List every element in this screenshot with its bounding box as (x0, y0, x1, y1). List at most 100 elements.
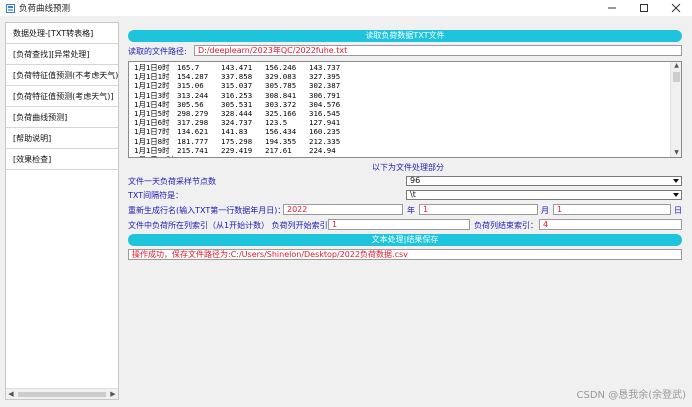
scrollbar-thumb[interactable] (673, 72, 680, 82)
app-icon (6, 3, 15, 13)
scroll-up-icon[interactable]: ▲ (671, 62, 681, 70)
sidebar-item-feature-weather[interactable]: [负荷特征值预测(考虑天气)] (6, 86, 118, 107)
chevron-down-icon (673, 193, 679, 197)
txt-value-cell: 217.61 (265, 145, 292, 155)
txt-time-cell: 1月1日7时 (134, 127, 170, 137)
sidebar-item-help[interactable]: [帮助说明] (6, 128, 118, 149)
txt-time-cell: 1月1日3时 (134, 90, 170, 100)
close-icon (671, 3, 681, 13)
maximize-button[interactable] (628, 0, 660, 16)
txt-value-cell: 325.166 (265, 109, 297, 119)
txt-time-cell: 1月1日6时 (134, 118, 170, 128)
separator-label: TXT间隔符是： (128, 191, 184, 200)
txt-vertical-scrollbar[interactable]: ▲ ▼ (670, 62, 681, 157)
txt-value-cell: 127.941 (309, 118, 341, 128)
txt-value-cell: 315.06 (177, 81, 204, 91)
scroll-down-icon[interactable]: ▼ (671, 149, 681, 157)
read-txt-button[interactable]: 读取负荷数据TXT文件 (128, 30, 682, 42)
txt-value-cell: 212.335 (309, 136, 341, 146)
save-result-button[interactable]: 文本处理|结果保存 (128, 234, 682, 246)
end-column-label: 负荷列结束索引： (474, 221, 538, 230)
txt-value-cell: 143.737 (309, 63, 341, 72)
txt-line: 1月1日10时224.674231.948231.026239.741 (134, 155, 349, 157)
txt-value-cell: 304.576 (309, 99, 341, 109)
txt-value-cell: 313.244 (177, 90, 209, 100)
txt-time-cell: 1月1日1时 (134, 72, 170, 82)
close-button[interactable] (660, 0, 692, 16)
sidebar-item-check[interactable]: [效果检查] (6, 149, 118, 170)
txt-value-cell: 315.037 (221, 81, 253, 91)
chevron-down-icon (673, 179, 679, 183)
minimize-button[interactable] (596, 0, 628, 16)
separator-select-value: \t (410, 190, 416, 199)
scroll-right-icon[interactable]: ▶ (109, 391, 117, 398)
status-field[interactable]: 操作成功，保存文件路径为:C:/Users/Shinelon/Desktop/2… (128, 249, 682, 260)
section-title: 以下为文件处理部分 (372, 163, 444, 172)
sidebar-item-label: [效果检查] (13, 154, 52, 164)
sidebar-item-label: [负荷查找][异常处理] (13, 49, 90, 59)
sidebar-item-txt-to-table[interactable]: 数据处理-[TXT转表格] (6, 23, 118, 44)
txt-line: 1月1日2时 315.06 315.037 305.785 302.387 (134, 81, 349, 90)
txt-value-cell: 215.741 (177, 145, 209, 155)
txt-value-cell: 156.434 (265, 127, 297, 137)
txt-value-cell: 329.083 (265, 72, 297, 82)
points-select-value: 96 (410, 176, 421, 185)
txt-line: 1月1日3时 313.244 316.253 308.841 306.791 (134, 91, 349, 100)
txt-value-cell: 229.419 (221, 145, 253, 155)
watermark: CSDN @恳我余(余登武) (576, 390, 687, 401)
txt-value-cell: 134.621 (177, 127, 209, 137)
txt-value-cell: 337.858 (221, 72, 253, 82)
txt-value-cell: 305.531 (221, 99, 253, 109)
separator-select[interactable]: \t (406, 190, 682, 200)
txt-value-cell: 156.246 (265, 63, 297, 72)
txt-value-cell: 143.471 (221, 63, 253, 72)
maximize-icon (640, 4, 648, 12)
file-path-field[interactable]: D:/deeplearn/2023年QC/2022fuhe.txt (194, 45, 682, 56)
file-path-label: 读取的文件路径: (128, 47, 187, 56)
day-unit: 日 (674, 206, 682, 215)
title-bar: 负荷曲线预测 (0, 0, 692, 16)
txt-value-cell: 239.741 (309, 155, 349, 157)
txt-value-cell: 328.444 (221, 109, 253, 119)
txt-line: 1月1日6时 317.298 324.737 123.5 127.941 (134, 118, 349, 127)
txt-value-cell: 194.355 (265, 136, 297, 146)
txt-value-cell: 308.841 (265, 90, 297, 100)
points-select[interactable]: 96 (406, 176, 682, 186)
year-input[interactable]: 2022 (283, 204, 403, 215)
txt-value-cell: 165.7 (177, 63, 200, 72)
txt-value-cell: 231.026 (265, 155, 309, 157)
txt-time-cell: 1月1日10时 (134, 155, 177, 157)
txt-time-cell: 1月1日5时 (134, 109, 170, 119)
txt-value-cell: 327.395 (309, 72, 341, 82)
month-input[interactable]: 1 (419, 204, 538, 215)
sidebar-item-label: [负荷特征值预测(不考虑天气)] (13, 70, 118, 80)
txt-content-area[interactable]: 1月1日0时 165.7 143.471 156.246 143.737 1月1日1时 15… (128, 61, 682, 158)
txt-time-cell: 1月1日4时 (134, 99, 170, 109)
sidebar-item-anomaly[interactable]: [负荷查找][异常处理] (6, 44, 118, 65)
rename-label: 重新生成行名(输入TXT第一行数据年月日)： (128, 206, 286, 215)
txt-value-cell: 317.298 (177, 118, 209, 128)
sidebar-item-curve-predict[interactable]: [负荷曲线预测] (6, 107, 118, 128)
end-column-input[interactable]: 4 (539, 219, 682, 230)
txt-value-cell: 175.298 (221, 136, 253, 146)
txt-value-cell: 181.777 (177, 136, 209, 146)
scroll-left-icon[interactable]: ◀ (7, 391, 15, 398)
month-unit: 月 (541, 206, 549, 215)
txt-value-cell: 324.737 (221, 118, 253, 128)
txt-line: 1月1日7时 134.621 141.83 156.434 160.235 (134, 127, 349, 136)
txt-time-cell: 1月1日0时 (134, 63, 170, 72)
column-index-label: 文件中负荷所在列索引（从1开始计数） 负荷列开始索引： (128, 221, 336, 230)
scrollbar-thumb[interactable] (18, 392, 106, 397)
txt-time-cell: 1月1日9时 (134, 145, 170, 155)
sidebar-item-feature-no-weather[interactable]: [负荷特征值预测(不考虑天气)] (6, 65, 118, 86)
txt-value-cell: 224.94 (309, 145, 336, 155)
start-column-input[interactable]: 1 (328, 219, 470, 230)
day-input[interactable]: 1 (553, 204, 671, 215)
txt-time-cell: 1月1日8时 (134, 136, 170, 146)
txt-line: 1月1日8时 181.777 175.298 194.355 212.335 (134, 137, 349, 146)
sidebar-horizontal-scrollbar[interactable]: ◀ ▶ (6, 388, 118, 399)
txt-line: 1月1日1时 154.287 337.858 329.083 327.395 (134, 72, 349, 81)
sidebar-item-label: [负荷特征值预测(考虑天气)] (13, 91, 114, 101)
txt-value-cell: 224.674 (177, 155, 221, 157)
txt-value-cell: 123.5 (265, 118, 288, 128)
